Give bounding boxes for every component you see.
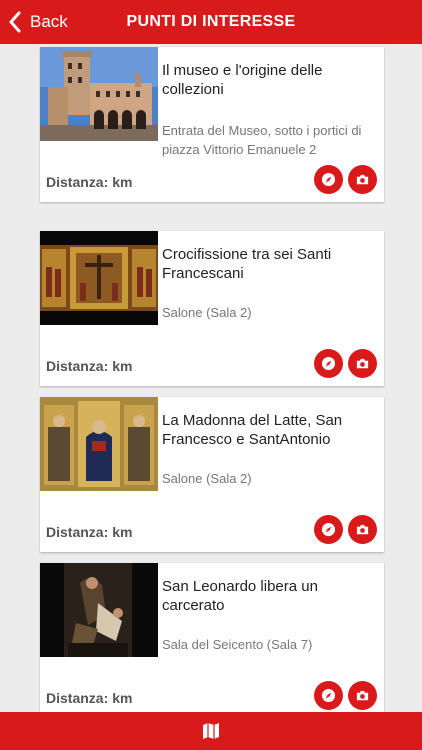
poi-thumbnail	[40, 231, 158, 325]
camera-icon	[356, 690, 369, 701]
distance-unit: km	[112, 174, 133, 190]
poi-title: Il museo e l'origine delle collezioni	[162, 62, 323, 98]
poi-card[interactable]: San Leonardo libera un carcerato Sala de…	[40, 563, 384, 712]
poi-distance: Distanza: km	[46, 358, 132, 374]
poi-location: Entrata del Museo, sotto i portici di pi…	[162, 123, 362, 157]
poi-title: Crocifissione tra sei Santi Francescani	[162, 246, 332, 282]
back-label: Back	[30, 12, 68, 31]
distance-label: Distanza:	[46, 690, 109, 706]
poi-location: Sala del Seicento (Sala 7)	[162, 637, 313, 652]
poi-list[interactable]: Il museo e l'origine delle collezioni En…	[0, 44, 422, 712]
distance-label: Distanza:	[46, 174, 109, 190]
poi-title: La Madonna del Latte, San Francesco e Sa…	[162, 412, 343, 448]
photo-button[interactable]	[348, 681, 377, 710]
poi-thumbnail	[40, 563, 158, 657]
app-header: Back PUNTI DI INTERESSE	[0, 0, 422, 44]
poi-thumbnail	[40, 397, 158, 491]
map-button[interactable]	[202, 723, 220, 739]
navigate-button[interactable]	[314, 165, 343, 194]
poi-card[interactable]: Crocifissione tra sei Santi Francescani …	[40, 231, 384, 386]
poi-distance: Distanza: km	[46, 174, 132, 190]
photo-button[interactable]	[348, 515, 377, 544]
compass-icon	[321, 688, 336, 703]
distance-unit: km	[112, 358, 133, 374]
navigate-button[interactable]	[314, 349, 343, 378]
distance-label: Distanza:	[46, 358, 109, 374]
chevron-left-icon	[9, 11, 21, 33]
navigate-button[interactable]	[314, 515, 343, 544]
footer-bar	[0, 712, 422, 750]
compass-icon	[321, 522, 336, 537]
photo-button[interactable]	[348, 165, 377, 194]
poi-distance: Distanza: km	[46, 524, 132, 540]
poi-card[interactable]: La Madonna del Latte, San Francesco e Sa…	[40, 397, 384, 552]
poi-distance: Distanza: km	[46, 690, 132, 706]
poi-location: Salone (Sala 2)	[162, 471, 252, 486]
camera-icon	[356, 358, 369, 369]
poi-location: Salone (Sala 2)	[162, 305, 252, 320]
distance-unit: km	[112, 690, 133, 706]
distance-label: Distanza:	[46, 524, 109, 540]
camera-icon	[356, 174, 369, 185]
photo-button[interactable]	[348, 349, 377, 378]
navigate-button[interactable]	[314, 681, 343, 710]
back-button[interactable]: Back	[0, 0, 68, 44]
compass-icon	[321, 356, 336, 371]
compass-icon	[321, 172, 336, 187]
camera-icon	[356, 524, 369, 535]
poi-card[interactable]: Il museo e l'origine delle collezioni En…	[40, 47, 384, 202]
distance-unit: km	[112, 524, 133, 540]
poi-title: San Leonardo libera un carcerato	[162, 578, 318, 614]
map-icon	[203, 723, 219, 739]
poi-thumbnail	[40, 47, 158, 141]
